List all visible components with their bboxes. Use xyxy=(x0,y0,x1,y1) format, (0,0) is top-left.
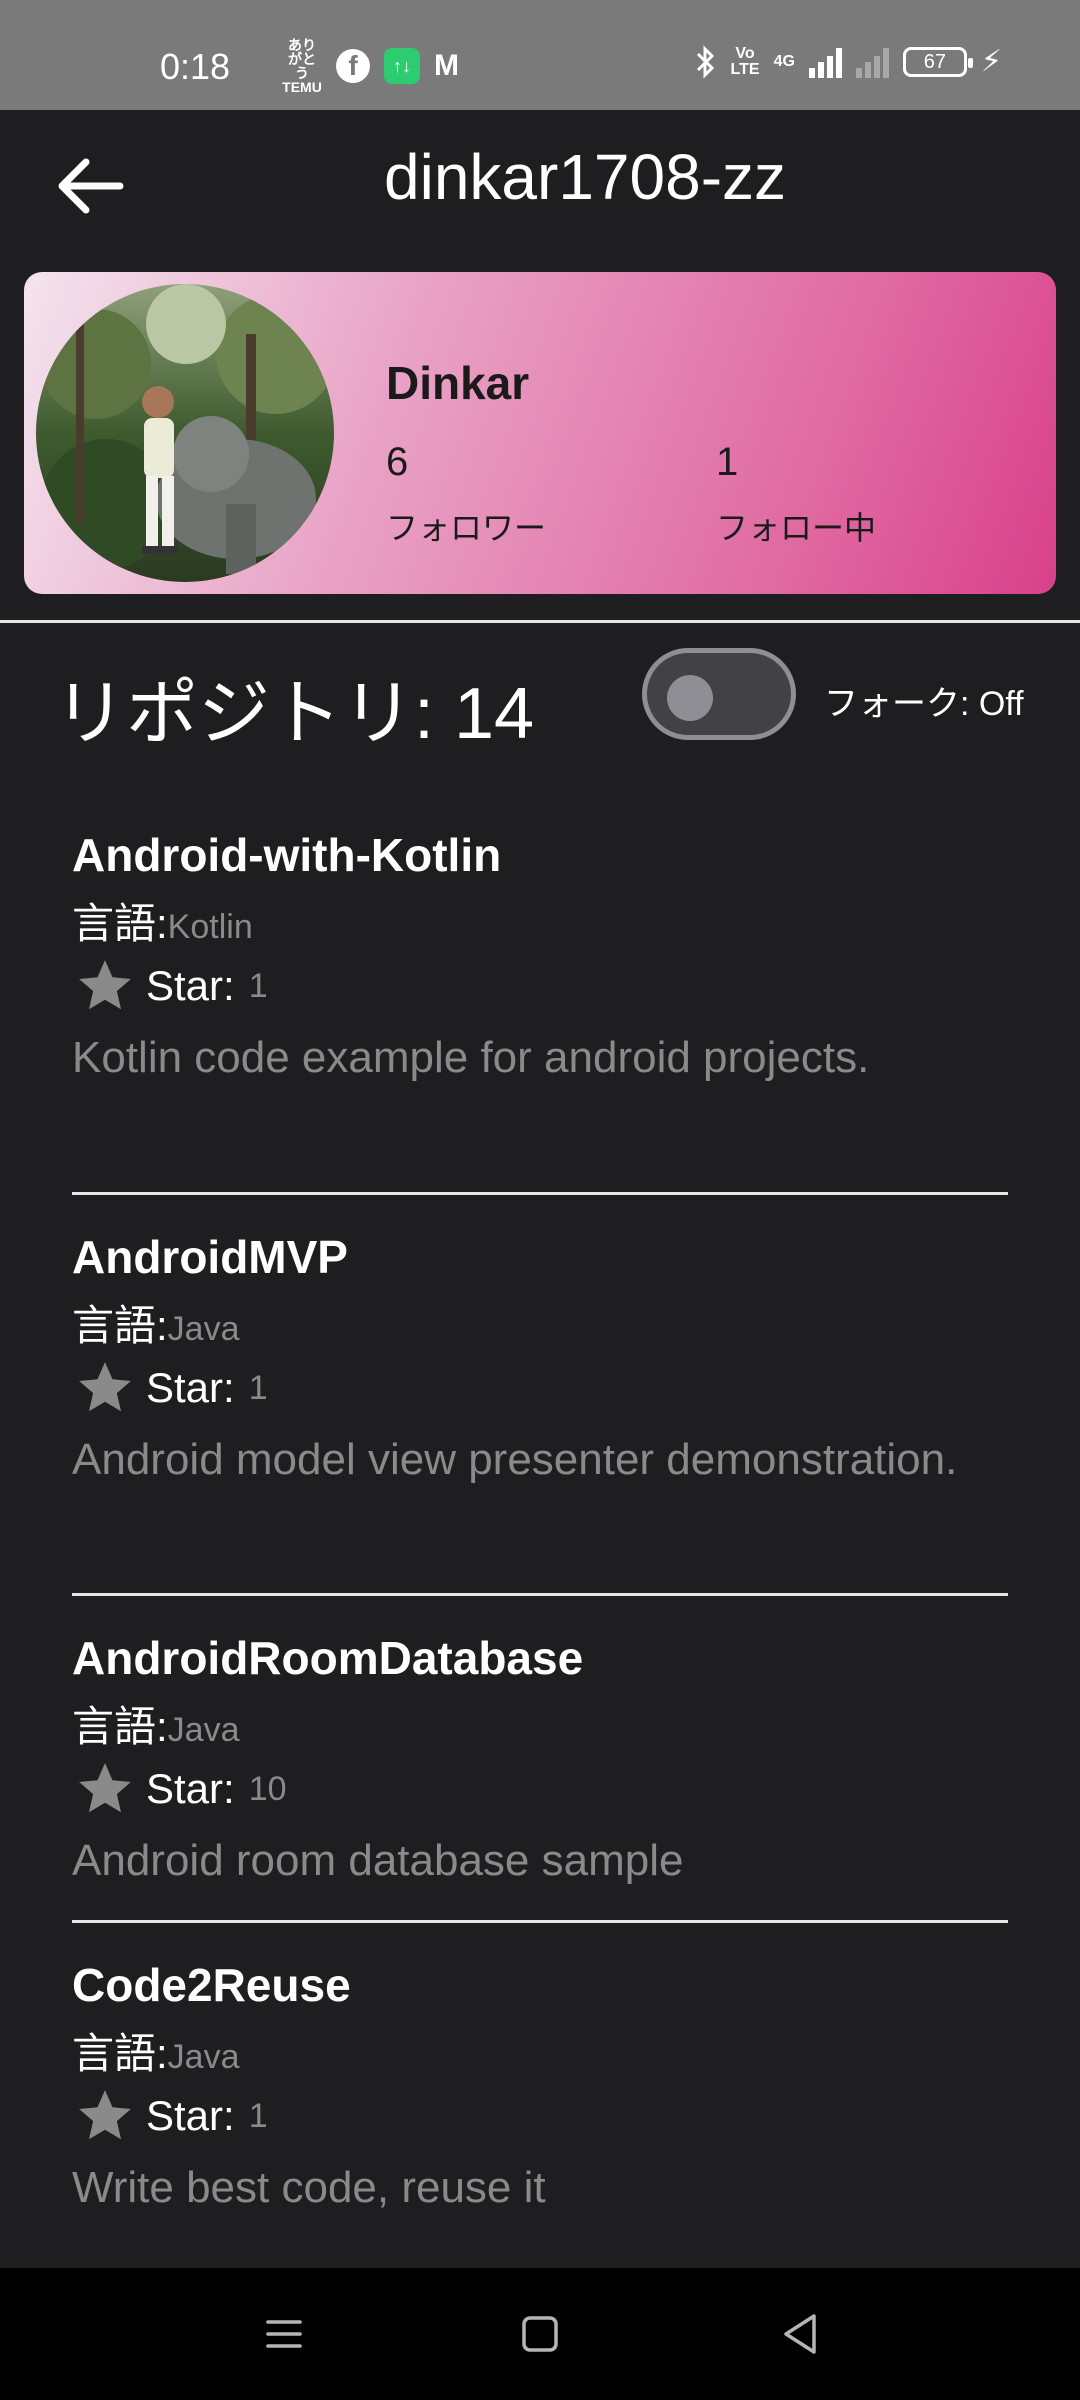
repo-name: Code2Reuse xyxy=(72,1959,351,2011)
status-time: 0:18 xyxy=(160,46,231,87)
star-count: 1 xyxy=(248,1368,268,1407)
menu-icon xyxy=(266,2320,302,2348)
star-label: Star: xyxy=(146,1364,235,1411)
page-title: dinkar1708-zz xyxy=(384,141,786,213)
app-icon: ↑↓ xyxy=(384,48,420,84)
star-icon xyxy=(79,960,131,1010)
app-screen: 0:18 ありがとう TEMU f ↑↓ M Vo LTE 4G 67 ⚡ di… xyxy=(0,0,1080,2400)
repo-language-row: 言語: Java xyxy=(72,1292,1008,1356)
back-nav-button[interactable] xyxy=(770,2304,830,2364)
repo-description: Kotlin code example for android projects… xyxy=(72,1033,870,1082)
status-bar: 0:18 ありがとう TEMU f ↑↓ M Vo LTE 4G 67 ⚡ xyxy=(0,0,1080,110)
language-value: Java xyxy=(167,1711,240,1749)
profile-name: Dinkar xyxy=(386,357,530,409)
language-value: Java xyxy=(167,2038,240,2076)
home-button[interactable] xyxy=(510,2304,570,2364)
repo-language-row: 言語: Java xyxy=(72,1693,1008,1757)
language-label: 言語: xyxy=(72,1703,168,1750)
repos-count-title: リポジトリ: 14 xyxy=(54,674,535,754)
notification-icons: ありがとう TEMU f ↑↓ M xyxy=(282,37,459,95)
star-count: 1 xyxy=(248,966,268,1005)
repo-list: Android-with-Kotlin 言語: Kotlin Star: 1 K… xyxy=(72,820,1008,2223)
square-icon xyxy=(522,2316,558,2352)
list-item[interactable]: AndroidRoomDatabase 言語: Java Star: 10 An… xyxy=(72,1596,1008,1920)
list-item[interactable]: Android-with-Kotlin 言語: Kotlin Star: 1 K… xyxy=(72,820,1008,1192)
repo-description: Android room database sample xyxy=(72,1836,684,1885)
repo-star-row: Star: 1 xyxy=(72,954,1008,1018)
fork-toggle[interactable] xyxy=(642,648,796,740)
list-item[interactable]: AndroidMVP 言語: Java Star: 1 Android mode… xyxy=(72,1195,1008,1593)
followers-stat[interactable]: 6 フォロワー xyxy=(386,440,546,549)
facebook-icon: f xyxy=(336,49,370,83)
star-icon xyxy=(79,1362,131,1412)
language-value: Kotlin xyxy=(167,908,253,946)
star-count: 10 xyxy=(248,1769,287,1808)
signal-2-icon xyxy=(855,46,889,78)
temu-icon: ありがとう TEMU xyxy=(282,37,322,95)
system-icons: Vo LTE 4G 67 ⚡ xyxy=(695,44,1002,79)
app-bar: dinkar1708-zz xyxy=(0,110,1080,260)
fork-label: フォーク: Off xyxy=(824,685,1024,723)
language-label: 言語: xyxy=(72,2030,168,2077)
star-label: Star: xyxy=(146,2092,235,2139)
gmail-icon: M xyxy=(434,49,459,82)
volte-icon: Vo LTE xyxy=(730,44,760,78)
repo-description: Android model view presenter demonstrati… xyxy=(72,1435,958,1484)
star-icon xyxy=(79,1763,131,1813)
profile-card: Dinkar 6 フォロワー 1 フォロー中 xyxy=(24,272,1056,594)
system-nav-bar xyxy=(0,2268,1080,2400)
list-item[interactable]: Code2Reuse 言語: Java Star: 1 Write best c… xyxy=(72,1923,1008,2223)
repo-star-row: Star: 1 xyxy=(72,2084,1008,2148)
language-value: Java xyxy=(167,1310,240,1348)
following-label: フォロー中 xyxy=(716,510,877,546)
following-stat[interactable]: 1 フォロー中 xyxy=(716,440,876,549)
star-label: Star: xyxy=(146,962,235,1009)
network-type-icon: 4G xyxy=(773,52,795,70)
triangle-back-icon xyxy=(784,2314,816,2354)
following-count: 1 xyxy=(716,440,739,484)
repo-name: AndroidMVP xyxy=(72,1231,348,1283)
star-icon xyxy=(79,2090,131,2140)
divider xyxy=(0,620,1080,623)
repo-star-row: Star: 1 xyxy=(72,1356,1008,1420)
followers-label: フォロワー xyxy=(386,510,547,546)
avatar-photo xyxy=(36,284,334,582)
repo-description: Write best code, reuse it xyxy=(72,2163,546,2212)
star-label: Star: xyxy=(146,1765,235,1812)
charging-icon: ⚡ xyxy=(980,45,1002,78)
repo-name: Android-with-Kotlin xyxy=(72,829,502,881)
recent-apps-button[interactable] xyxy=(254,2304,314,2364)
repo-name: AndroidRoomDatabase xyxy=(72,1632,584,1684)
signal-icon xyxy=(808,46,842,78)
battery-icon: 67 xyxy=(902,46,973,77)
language-label: 言語: xyxy=(72,900,168,947)
star-count: 1 xyxy=(248,2096,268,2135)
followers-count: 6 xyxy=(386,440,409,484)
repo-star-row: Star: 10 xyxy=(72,1757,1008,1821)
toggle-knob xyxy=(667,675,713,721)
avatar xyxy=(36,284,334,582)
repo-language-row: 言語: Java xyxy=(72,2020,1008,2084)
language-label: 言語: xyxy=(72,1302,168,1349)
bluetooth-icon xyxy=(695,44,717,79)
repo-language-row: 言語: Kotlin xyxy=(72,890,1008,954)
